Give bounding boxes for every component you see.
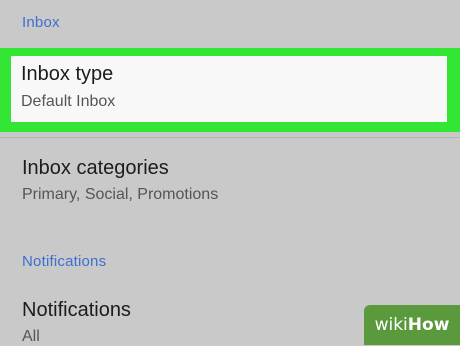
watermark-wiki: wiki [374,315,408,335]
divider [0,137,460,138]
watermark-how: How [407,315,450,335]
inbox-type-item[interactable]: Inbox type Default Inbox [11,56,447,122]
wikihow-watermark-logo: wiki How [364,305,460,345]
inbox-categories-title: Inbox categories [22,157,169,179]
notifications-title: Notifications [22,299,131,321]
inbox-type-title: Inbox type [21,63,114,85]
notifications-subtitle: All [22,328,40,345]
inbox-type-highlight: Inbox type Default Inbox [0,48,460,132]
inbox-type-subtitle: Default Inbox [21,93,116,110]
inbox-section-header: Inbox [22,14,60,31]
notifications-section-header: Notifications [22,253,107,270]
inbox-categories-subtitle: Primary, Social, Promotions [22,186,219,203]
settings-screen: Inbox Inbox type Default Inbox Inbox cat… [0,0,460,345]
inbox-categories-item[interactable]: Inbox categories Primary, Social, Promot… [0,142,460,222]
